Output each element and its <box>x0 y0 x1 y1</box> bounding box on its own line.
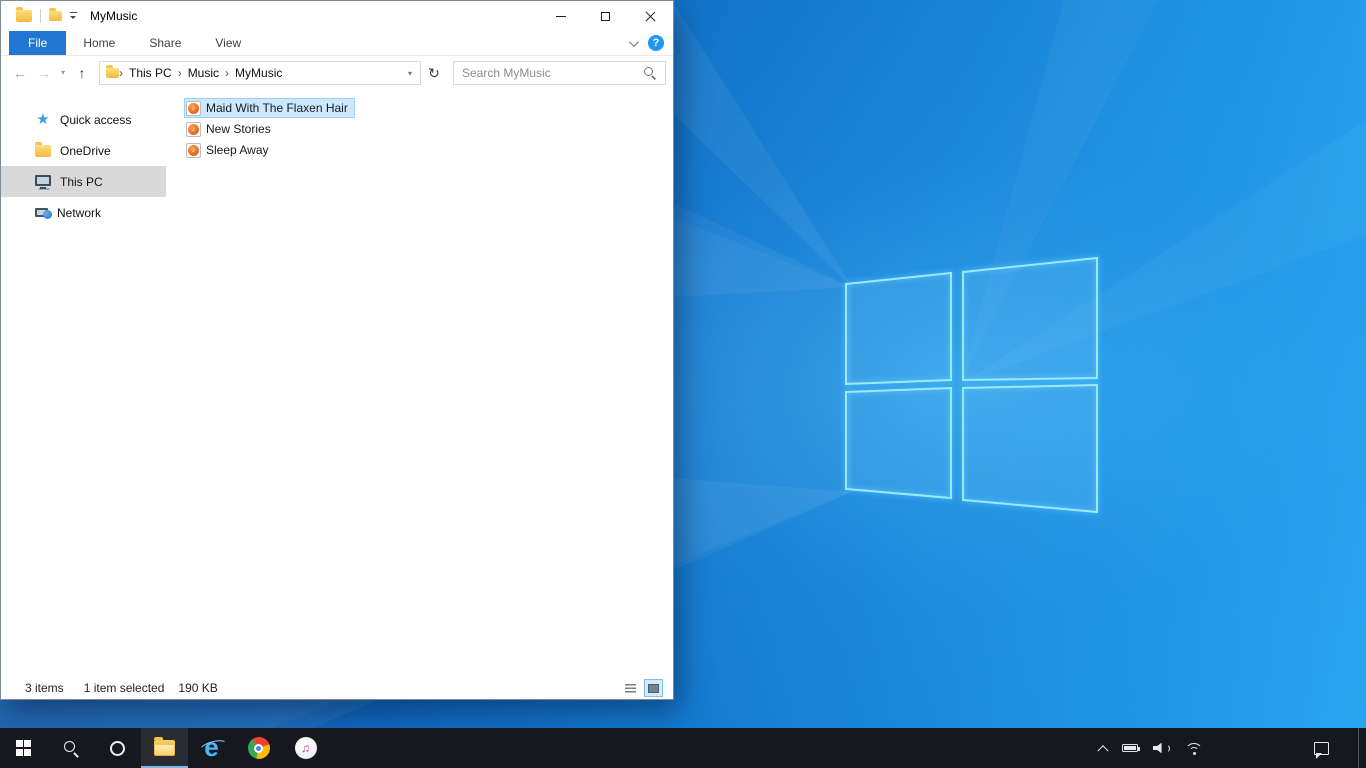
tab-view[interactable]: View <box>198 31 258 55</box>
action-center-icon[interactable] <box>1314 741 1329 759</box>
help-button[interactable]: ? <box>648 35 664 51</box>
sidebar-item-label: Network <box>57 205 102 220</box>
star-icon: ★ <box>36 111 50 128</box>
start-button[interactable] <box>0 728 47 768</box>
taskbar-search-button[interactable] <box>47 728 94 768</box>
sidebar-item-onedrive[interactable]: OneDrive <box>1 135 166 166</box>
file-list: ♪ Maid With The Flaxen Hair ♪ New Storie… <box>166 90 673 677</box>
forward-button[interactable]: → <box>32 66 56 80</box>
tab-home[interactable]: Home <box>66 31 132 55</box>
refresh-button[interactable]: ↻ <box>421 65 447 82</box>
taskbar-file-explorer-button[interactable] <box>141 728 188 768</box>
volume-icon[interactable] <box>1153 742 1170 754</box>
desktop: MyMusic File Home Share View ? ← → ▾ ↑ ›… <box>0 0 1366 768</box>
items-count: 3 items <box>25 681 64 695</box>
taskbar-internet-explorer-button[interactable]: e <box>188 728 235 768</box>
maximize-button[interactable] <box>583 1 628 31</box>
music-file-icon: ♪ <box>186 142 201 158</box>
show-desktop-button[interactable] <box>1358 728 1366 768</box>
sidebar-item-quick-access[interactable]: ★ Quick access <box>1 104 166 135</box>
breadcrumb-mymusic[interactable]: MyMusic <box>229 66 288 80</box>
recent-locations-chevron-icon[interactable]: ▾ <box>56 69 70 77</box>
file-name: Sleep Away <box>206 143 269 157</box>
music-file-icon: ♪ <box>186 100 201 116</box>
windows-logo-icon <box>15 740 32 756</box>
up-button[interactable]: ↑ <box>70 66 94 80</box>
titlebar[interactable]: MyMusic <box>1 1 673 31</box>
search-input[interactable] <box>462 66 644 80</box>
details-view-button[interactable] <box>621 679 640 697</box>
expand-ribbon-chevron-icon[interactable] <box>628 36 639 47</box>
system-tray <box>1097 728 1366 768</box>
internet-explorer-icon: e <box>204 732 219 763</box>
sidebar-item-label: Quick access <box>60 112 132 127</box>
cortana-button[interactable] <box>94 728 141 768</box>
minimize-button[interactable] <box>538 1 583 31</box>
file-row-new-stories[interactable]: ♪ New Stories <box>184 119 278 139</box>
taskbar-chrome-button[interactable] <box>235 728 282 768</box>
computer-icon <box>35 174 51 189</box>
cortana-circle-icon <box>110 740 125 756</box>
selection-count: 1 item selected <box>83 681 165 695</box>
maximize-icon <box>601 11 610 21</box>
tab-share[interactable]: Share <box>132 31 198 55</box>
search-icon <box>63 740 79 756</box>
file-explorer-window: MyMusic File Home Share View ? ← → ▾ ↑ ›… <box>0 0 674 700</box>
breadcrumb-this-pc[interactable]: This PC <box>123 66 178 80</box>
close-button[interactable] <box>628 1 673 31</box>
chrome-icon <box>247 737 270 759</box>
music-file-icon: ♪ <box>186 121 201 137</box>
sidebar-item-label: This PC <box>60 174 103 189</box>
onedrive-folder-icon <box>35 141 51 157</box>
address-folder-icon <box>106 65 119 78</box>
close-icon <box>645 11 656 22</box>
file-row-maid-with-the-flaxen-hair[interactable]: ♪ Maid With The Flaxen Hair <box>184 98 355 118</box>
file-name: Maid With The Flaxen Hair <box>206 101 348 115</box>
titlebar-separator <box>40 9 41 23</box>
navigation-toolbar: ← → ▾ ↑ › This PC › Music › MyMusic ▾ ↻ <box>1 56 673 90</box>
address-bar[interactable]: › This PC › Music › MyMusic ▾ <box>99 61 421 85</box>
large-icons-view-icon <box>648 683 659 693</box>
network-icon <box>35 208 52 219</box>
battery-icon[interactable] <box>1122 744 1140 752</box>
back-button[interactable]: ← <box>8 66 32 80</box>
navigation-pane: ★ Quick access OneDrive This PC Network <box>1 90 166 677</box>
taskbar: e ♫ <box>0 728 1366 768</box>
search-icon[interactable] <box>644 66 657 80</box>
status-bar: 3 items 1 item selected 190 KB <box>1 677 673 699</box>
wifi-network-icon[interactable] <box>1185 742 1203 755</box>
window-title: MyMusic <box>90 9 138 23</box>
breadcrumb-music[interactable]: Music <box>182 66 225 80</box>
details-view-icon <box>625 683 636 693</box>
tab-file[interactable]: File <box>9 31 67 55</box>
file-explorer-icon <box>154 737 175 756</box>
selection-size: 190 KB <box>178 681 218 695</box>
sidebar-item-this-pc[interactable]: This PC <box>1 166 166 197</box>
window-folder-icon <box>16 7 32 22</box>
sidebar-item-network[interactable]: Network <box>1 197 166 228</box>
minimize-icon <box>555 15 566 17</box>
search-box <box>453 61 666 85</box>
taskbar-itunes-button[interactable]: ♫ <box>282 728 329 768</box>
main-area: ★ Quick access OneDrive This PC Network <box>1 90 673 677</box>
large-icons-view-button[interactable] <box>644 679 663 697</box>
file-name: New Stories <box>206 122 271 136</box>
hidden-icons-chevron-icon[interactable] <box>1097 745 1109 757</box>
ribbon-tab-row: File Home Share View ? <box>1 31 673 56</box>
address-dropdown-chevron-icon[interactable]: ▾ <box>406 69 414 78</box>
sidebar-item-label: OneDrive <box>60 143 111 158</box>
quick-access-toolbar-chevron-icon[interactable] <box>70 12 78 20</box>
file-row-sleep-away[interactable]: ♪ Sleep Away <box>184 140 276 160</box>
quick-access-toolbar-icon[interactable] <box>49 8 62 21</box>
itunes-icon: ♫ <box>294 737 317 759</box>
